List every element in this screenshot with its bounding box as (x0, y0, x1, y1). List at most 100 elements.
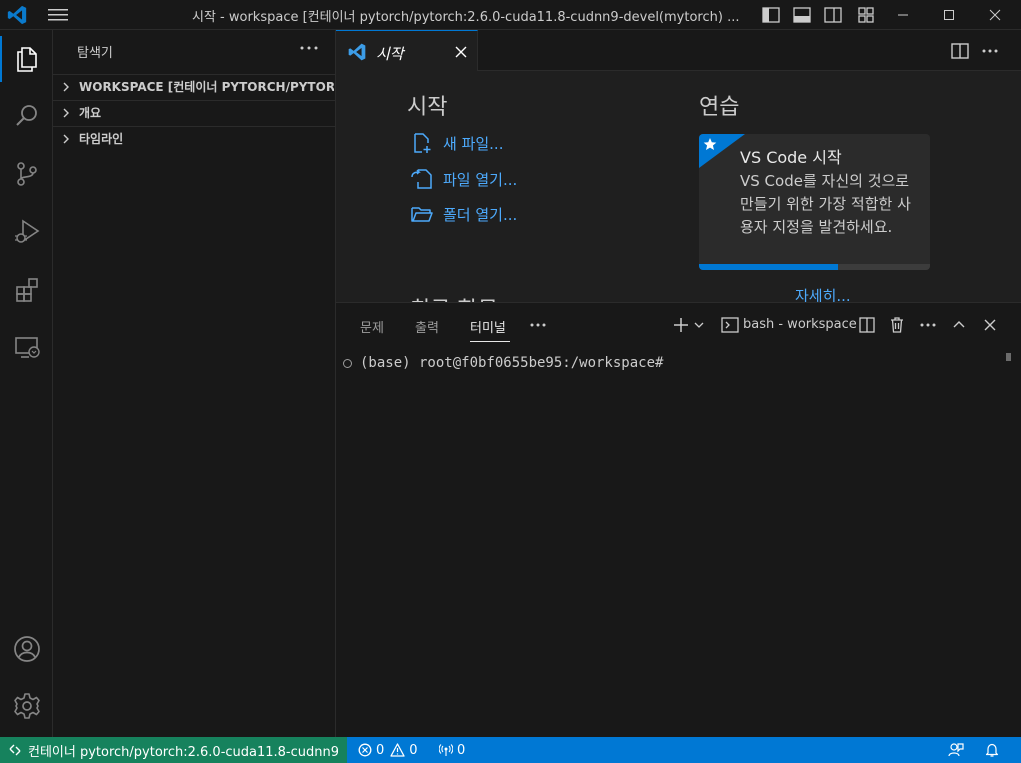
feedback-button[interactable] (948, 737, 968, 763)
close-icon[interactable] (452, 43, 470, 61)
remote-label: 컨테이너 pytorch/pytorch:2.6.0-cuda11.8-cudn… (28, 744, 338, 760)
toggle-primary-sidebar-icon[interactable] (761, 5, 781, 25)
remote-explorer-icon (14, 337, 40, 358)
new-terminal-icon[interactable] (671, 315, 691, 335)
account-icon (13, 636, 40, 662)
tab-problems[interactable]: 문제 (360, 317, 384, 336)
terminal-name[interactable]: bash - workspace (743, 317, 857, 332)
source-control-icon (16, 162, 37, 186)
command-status-icon (343, 359, 352, 368)
bell-icon (985, 743, 999, 757)
tab-output[interactable]: 출력 (415, 317, 439, 336)
tab-label: 시작 (376, 45, 404, 63)
ports-count: 0 (457, 742, 466, 758)
walkthroughs-heading: 연습 (699, 95, 740, 120)
extensions-icon (15, 278, 38, 302)
new-file-link[interactable]: 새 파일... (410, 131, 503, 155)
chevron-down-icon[interactable] (692, 315, 706, 335)
split-terminal-icon[interactable] (857, 315, 877, 335)
tab-terminal[interactable]: 터미널 (470, 317, 506, 336)
more-actions-icon[interactable] (918, 315, 938, 335)
welcome-page: 시작 새 파일... 파일 열기... 폴더 열기... 최근 항목 연습 VS… (336, 71, 1021, 302)
vscode-logo-icon (7, 5, 27, 25)
walkthrough-progress (699, 264, 930, 270)
trash-icon[interactable] (887, 315, 907, 335)
remote-indicator[interactable]: 컨테이너 pytorch/pytorch:2.6.0-cuda11.8-cudn… (0, 737, 347, 763)
gear-icon (13, 693, 40, 719)
close-window-button[interactable] (972, 3, 1018, 27)
outline-section-label: 개요 (79, 106, 102, 120)
workspace-section-label: WORKSPACE [컨테이너 PYTORCH/PYTORCH:2.6.0-CU… (79, 80, 334, 94)
terminal-icon (721, 317, 739, 333)
more-walkthroughs-link[interactable]: 자세히... (795, 285, 851, 302)
open-folder-icon (411, 207, 433, 222)
split-editor-icon[interactable] (949, 40, 971, 62)
open-file-label: 파일 열기... (443, 170, 518, 189)
walkthrough-progress-fill (699, 264, 838, 270)
files-icon (16, 47, 37, 72)
editor-tabs: 시작 (336, 30, 1021, 71)
customize-layout-icon[interactable] (856, 5, 876, 25)
explorer-sidebar: 탐색기 WORKSPACE [컨테이너 PYTORCH/PYTORCH:2.6.… (53, 30, 336, 737)
problems-status[interactable]: 0 0 (358, 737, 418, 763)
terminal-prompt[interactable]: (base) root@f0bf0655be95:/workspace# (360, 355, 663, 371)
activity-bar (0, 30, 53, 737)
start-heading: 시작 (407, 95, 448, 120)
terminal-scrollbar[interactable] (1006, 353, 1011, 361)
open-file-icon (411, 169, 432, 189)
accounts-button[interactable] (0, 624, 53, 674)
notifications-button[interactable] (984, 737, 1004, 763)
manage-button[interactable] (0, 681, 53, 731)
recent-heading-text: 최근 항목 (410, 293, 510, 302)
source-control-button[interactable] (0, 149, 53, 199)
open-folder-label: 폴더 열기... (443, 205, 518, 224)
workspace-section[interactable]: WORKSPACE [컨테이너 PYTORCH/PYTORCH:2.6.0-CU… (53, 74, 336, 98)
error-count: 0 (376, 742, 385, 758)
maximize-icon (944, 10, 954, 20)
walkthrough-description: VS Code를 자신의 것으로 만들기 위한 가장 적합한 사용자 지정을 발… (740, 172, 911, 236)
tab-welcome[interactable]: 시작 (336, 30, 478, 71)
warning-icon (390, 743, 405, 757)
chevron-right-icon (63, 82, 69, 91)
toggle-panel-icon[interactable] (792, 5, 812, 25)
open-file-link[interactable]: 파일 열기... (410, 167, 517, 191)
explorer-button[interactable] (0, 34, 53, 84)
active-tab-indicator (470, 341, 510, 342)
menu-icon[interactable] (46, 5, 70, 25)
search-icon (15, 105, 37, 126)
maximize-button[interactable] (926, 3, 972, 27)
extensions-button[interactable] (0, 265, 53, 315)
warning-count: 0 (409, 742, 418, 758)
minimize-button[interactable] (880, 3, 926, 27)
title-bar: 시작 - workspace [컨테이너 pytorch/pytorch:2.6… (0, 0, 1021, 30)
close-icon[interactable] (980, 315, 1000, 335)
close-icon (989, 9, 1001, 21)
walkthrough-card[interactable]: VS Code 시작 VS Code를 자신의 것으로 만들기 위한 가장 적합… (699, 134, 930, 270)
open-folder-link[interactable]: 폴더 열기... (410, 202, 517, 226)
error-icon (358, 743, 372, 757)
more-actions-icon[interactable] (979, 40, 1001, 62)
timeline-section[interactable]: 타임라인 (53, 126, 336, 150)
toggle-secondary-sidebar-icon[interactable] (823, 5, 843, 25)
chevron-up-icon[interactable] (949, 315, 969, 335)
minimize-icon (898, 14, 908, 16)
run-debug-button[interactable] (0, 206, 53, 256)
search-button[interactable] (0, 91, 53, 141)
ports-status[interactable]: 0 (439, 737, 465, 763)
feedback-icon (948, 743, 964, 757)
more-actions-icon[interactable] (297, 38, 321, 58)
timeline-section-label: 타임라인 (79, 132, 124, 146)
chevron-right-icon (63, 108, 69, 117)
window-title: 시작 - workspace [컨테이너 pytorch/pytorch:2.6… (192, 10, 740, 25)
status-bar: 컨테이너 pytorch/pytorch:2.6.0-cuda11.8-cudn… (0, 737, 1021, 763)
remote-icon (9, 744, 21, 756)
outline-section[interactable]: 개요 (53, 100, 336, 124)
bottom-panel: 문제 출력 터미널 bash - workspace (base) root@f… (336, 302, 1021, 737)
broadcast-icon (439, 744, 453, 756)
walkthrough-title: VS Code 시작 (740, 148, 842, 167)
remote-explorer-button[interactable] (0, 322, 53, 372)
more-tabs-icon[interactable] (528, 315, 548, 335)
star-badge-icon (699, 134, 745, 168)
new-file-icon (414, 133, 431, 153)
sidebar-title: 탐색기 (77, 46, 113, 61)
